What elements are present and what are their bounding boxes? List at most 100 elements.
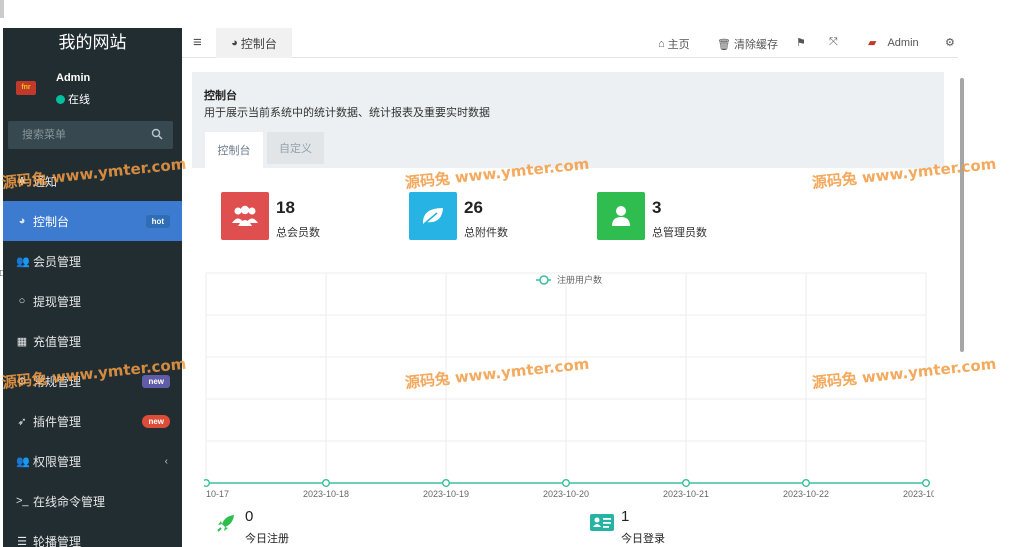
user-status: 在线	[56, 91, 90, 107]
tab-label: 控制台	[240, 36, 277, 51]
x-tick-label: 2023-10-19	[423, 489, 469, 499]
sidebar-item-label: 插件管理	[33, 414, 82, 429]
sidebar-item-label: 权限管理	[33, 454, 82, 469]
data-point[interactable]	[204, 479, 210, 487]
sidebar-item-command[interactable]: >_ 在线命令管理	[3, 481, 182, 521]
search-icon[interactable]	[151, 128, 163, 140]
chevron-left-icon: ‹	[164, 455, 168, 467]
language-icon: ⚑	[796, 37, 806, 49]
data-point[interactable]	[441, 478, 450, 487]
sidebar-item-label: 提现管理	[33, 294, 82, 309]
sidebar-item-withdraw[interactable]: ○ 提现管理	[3, 281, 182, 321]
home-link[interactable]: ⌂ 主页	[658, 36, 690, 52]
fullscreen-icon: ⤧	[829, 36, 838, 48]
data-point[interactable]	[321, 478, 330, 487]
x-tick-label: 2023-10-21	[663, 489, 709, 499]
group-icon: 👥	[16, 455, 30, 468]
data-point[interactable]	[562, 478, 571, 487]
sidebar-item-label: 轮播管理	[33, 534, 82, 547]
circle-icon: ○	[18, 295, 26, 307]
tab-custom[interactable]: 自定义	[267, 132, 324, 164]
data-point[interactable]	[682, 478, 691, 487]
user-name: Admin	[56, 72, 91, 84]
page-title: 控制台	[204, 90, 237, 102]
hot-badge: hot	[145, 214, 170, 228]
user-status-label: 在线	[68, 94, 90, 106]
home-icon: ⌂	[658, 38, 665, 50]
language-button[interactable]: ⚑	[796, 36, 809, 49]
today-login-value: 1	[621, 508, 630, 525]
stat-value: 3	[652, 198, 662, 217]
x-tick-label: 2023-10-23	[903, 489, 934, 499]
search-input[interactable]	[8, 121, 138, 149]
sidebar-item-label: 在线命令管理	[33, 494, 106, 509]
x-tick-label: 2023-10-22	[783, 489, 829, 499]
list-icon: ☰	[17, 535, 27, 547]
sidebar-search	[8, 121, 173, 149]
sidebar-item-label: 控制台	[33, 214, 70, 229]
avatar-icon: ▰	[868, 37, 877, 49]
today-login: 1 今日登录	[588, 508, 788, 547]
fullscreen-button[interactable]: ⤧	[829, 36, 841, 49]
sidebar-item-label: 会员管理	[33, 254, 82, 269]
x-tick-label: 10-17	[206, 489, 229, 499]
tab-dashboard-panel[interactable]: 控制台	[205, 132, 263, 168]
clear-cache-button[interactable]: 🗑 清除缓存	[717, 36, 778, 52]
admin-label: Admin	[887, 36, 919, 49]
data-point[interactable]	[802, 478, 811, 487]
today-login-label: 今日登录	[621, 533, 665, 545]
trash-icon: 🗑	[717, 38, 731, 51]
sidebar-item-plugins[interactable]: ➶ 插件管理 new	[3, 401, 182, 441]
rocket-icon	[217, 515, 234, 532]
admin-menu[interactable]: ▰ Admin	[868, 36, 919, 50]
sidebar-menu: ✱ 通知 ◕ 控制台 hot 👥 会员管理 ○ 提现管理 ▦ 充值管理 ⚙ 常规管理 new ➶…	[3, 161, 182, 547]
x-tick-label: 2023-10-20	[543, 489, 589, 499]
site-logo[interactable]: 我的网站	[3, 28, 182, 58]
panel-heading: 控制台 用于展示当前系统中的统计数据、统计报表及重要实时数据 控制台 自定义	[192, 72, 944, 168]
sidebar: 我的网站 fnr Admin 在线 ✱通知 ◕控制台hot 👥会员管理 ○提现管…	[3, 28, 182, 547]
window-edge	[0, 0, 4, 18]
grid-icon: ▦	[16, 335, 28, 348]
stat-label: 总附件数	[464, 227, 508, 239]
legend-label: 注册用户数	[557, 274, 602, 285]
sidebar-item-carousel[interactable]: ☰ 轮播管理	[3, 521, 182, 547]
stat-label: 总会员数	[276, 227, 320, 239]
dashboard-icon: ◕	[18, 215, 26, 227]
user-panel: fnr Admin 在线	[3, 58, 182, 118]
stat-value: 18	[276, 198, 295, 217]
sidebar-item-dashboard[interactable]: ◕ 控制台 hot	[3, 201, 182, 241]
scrollbar-thumb[interactable]	[960, 78, 964, 352]
data-point[interactable]	[922, 478, 931, 487]
leaf-icon	[409, 192, 457, 240]
today-register-label: 今日注册	[245, 533, 289, 545]
terminal-icon: >_	[16, 495, 29, 507]
users-icon	[221, 192, 269, 240]
today-register-value: 0	[245, 508, 254, 525]
users-icon: 👥	[16, 255, 30, 268]
online-dot-icon	[56, 94, 65, 104]
tab-dashboard[interactable]: ◕ 控制台	[216, 28, 292, 58]
user-icon	[597, 192, 645, 240]
sidebar-item-label: 充值管理	[33, 334, 82, 349]
x-axis-ticks: 10-17 2023-10-18 2023-10-19 2023-10-20 2023-…	[206, 489, 934, 499]
rocket-icon: ➶	[17, 415, 27, 428]
today-register: 0 今日注册	[214, 508, 414, 547]
cogs-icon: ⚙	[945, 37, 955, 49]
id-card-icon	[590, 514, 614, 531]
new-badge: new	[142, 414, 170, 428]
home-label: 主页	[667, 39, 690, 51]
sidebar-item-permissions[interactable]: 👥 权限管理 ‹	[3, 441, 182, 481]
page-description: 用于展示当前系统中的统计数据、统计报表及重要实时数据	[204, 107, 490, 119]
chart-legend[interactable]: 注册用户数	[536, 274, 602, 285]
x-tick-label: 2023-10-18	[303, 489, 349, 499]
settings-button[interactable]: ⚙	[945, 36, 958, 49]
stat-label: 总管理员数	[652, 227, 707, 239]
dashboard-icon: ◕	[231, 37, 238, 49]
sidebar-item-members[interactable]: 👥 会员管理	[3, 241, 182, 281]
top-navbar: ≡ ◕ 控制台 ⌂ 主页 🗑 清除缓存 ⚑ ⤧ ▰ Admin ⚙	[182, 28, 958, 58]
chart-series	[204, 478, 931, 487]
avatar[interactable]: fnr	[16, 81, 36, 95]
stat-value: 26	[464, 198, 483, 217]
clear-cache-label: 清除缓存	[733, 39, 778, 51]
menu-toggle-icon[interactable]: ≡	[193, 34, 202, 51]
